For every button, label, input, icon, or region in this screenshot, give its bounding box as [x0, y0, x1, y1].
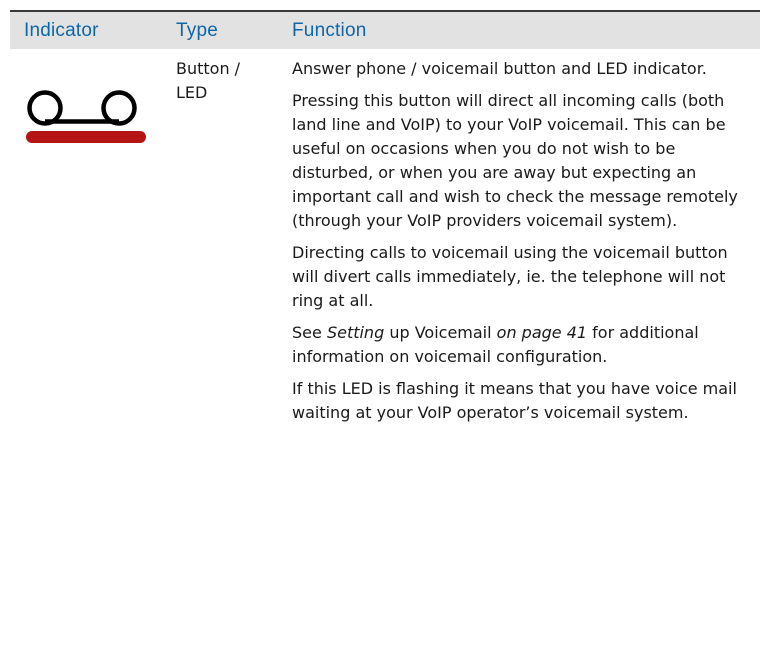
- voicemail-left-ring: [27, 90, 63, 126]
- function-paragraph-2: Pressing this button will direct all inc…: [292, 91, 738, 230]
- function-paragraph-5: If this LED is flashing it means that yo…: [292, 379, 737, 422]
- indicator-cell: [10, 49, 164, 149]
- up-voicemail-link-text[interactable]: up Voicemail: [384, 323, 496, 342]
- see-text: See: [292, 323, 327, 342]
- function-paragraph-1: Answer phone / voicemail button and LED …: [292, 59, 707, 78]
- header-indicator: Indicator: [24, 19, 99, 41]
- function-paragraph-4: See Setting up Voicemail on page 41 for …: [292, 321, 750, 369]
- function-cell: Answer phone / voicemail button and LED …: [272, 49, 760, 425]
- setting-link-text[interactable]: Setting: [327, 323, 384, 342]
- voicemail-right-ring: [101, 90, 137, 126]
- indicator-table: Indicator Type Function Button / LED Ans…: [10, 10, 760, 425]
- header-type: Type: [176, 19, 218, 41]
- voicemail-icon: [26, 90, 146, 143]
- table-row: Button / LED Answer phone / voicemail bu…: [10, 49, 760, 425]
- header-function: Function: [292, 19, 367, 41]
- type-cell: Button / LED: [176, 59, 241, 102]
- table-header: Indicator Type Function: [10, 10, 760, 49]
- function-paragraph-3: Directing calls to voicemail using the v…: [292, 243, 728, 310]
- voicemail-led: [26, 131, 146, 143]
- page-reference[interactable]: on page 41: [497, 323, 587, 342]
